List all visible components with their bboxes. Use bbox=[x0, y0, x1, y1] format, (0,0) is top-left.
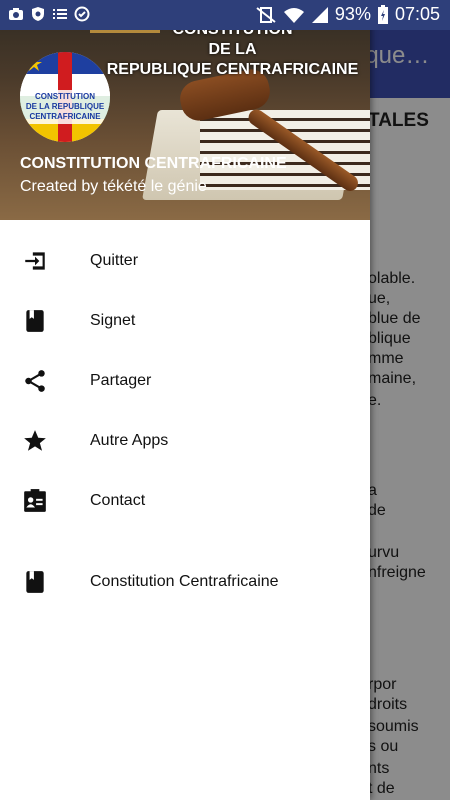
shield-icon bbox=[32, 7, 44, 21]
menu-item-contact[interactable]: Contact bbox=[0, 471, 370, 531]
check-circle-icon bbox=[74, 6, 90, 22]
logo-text-line: CONSTITUTION bbox=[35, 92, 95, 101]
exit-icon bbox=[25, 252, 45, 270]
vibrate-mute-icon bbox=[256, 6, 276, 23]
signal-icon bbox=[311, 6, 328, 23]
camera-icon bbox=[9, 8, 23, 20]
battery-percent: 93% bbox=[334, 4, 371, 24]
logo-text-line: DE LA REPUBLIQUE bbox=[25, 102, 105, 111]
menu-item-label: Contact bbox=[90, 492, 146, 509]
menu-item-partager[interactable]: Partager bbox=[0, 351, 370, 411]
logo-text: CONSTITUTION DE LA REPUBLIQUE CENTRAFRIC… bbox=[20, 90, 110, 124]
menu-item-signet[interactable]: Signet bbox=[0, 291, 370, 351]
book-icon bbox=[26, 571, 44, 593]
navigation-drawer: CONSTITUTION DE LA REPUBLIQUE CENTRAFRIC… bbox=[0, 0, 370, 800]
status-notifications bbox=[8, 6, 90, 22]
bookmark-book-icon bbox=[26, 310, 44, 332]
menu-item-label: Quitter bbox=[90, 252, 139, 269]
header-author: Created by tékété le génie bbox=[20, 178, 207, 195]
menu-item-autre-apps[interactable]: Autre Apps bbox=[0, 411, 370, 471]
menu-item-label: Constitution Centrafricaine bbox=[90, 573, 279, 590]
star-icon bbox=[24, 430, 46, 451]
header-title-line: REPUBLIQUE CENTRAFRICAINE bbox=[106, 61, 359, 78]
menu-item-quitter[interactable]: Quitter bbox=[0, 231, 370, 291]
status-system: 93% 07:05 bbox=[255, 4, 440, 25]
contact-card-icon bbox=[24, 489, 46, 512]
app-logo: CONSTITUTION DE LA REPUBLIQUE CENTRAFRIC… bbox=[20, 52, 110, 142]
header-app-name: CONSTITUTION CENTRAFRICAINE bbox=[20, 155, 287, 172]
menu-item-label: Partager bbox=[90, 372, 152, 389]
menu-item-constitution-centrafricaine[interactable]: Constitution Centrafricaine bbox=[0, 552, 370, 612]
battery-charging-icon bbox=[377, 4, 388, 24]
status-bar: 93% 07:05 bbox=[0, 0, 450, 30]
header-title-line: DE LA bbox=[208, 41, 257, 58]
drawer-header: CONSTITUTION DE LA REPUBLIQUE CENTRAFRIC… bbox=[0, 0, 370, 220]
clock: 07:05 bbox=[394, 4, 440, 24]
menu-item-label: Autre Apps bbox=[90, 432, 169, 449]
logo-text-line: CENTRAFRICAINE bbox=[29, 112, 101, 121]
list-icon bbox=[53, 9, 67, 19]
share-icon bbox=[25, 370, 45, 392]
wifi-icon bbox=[283, 7, 304, 23]
menu-item-label: Signet bbox=[90, 312, 136, 329]
